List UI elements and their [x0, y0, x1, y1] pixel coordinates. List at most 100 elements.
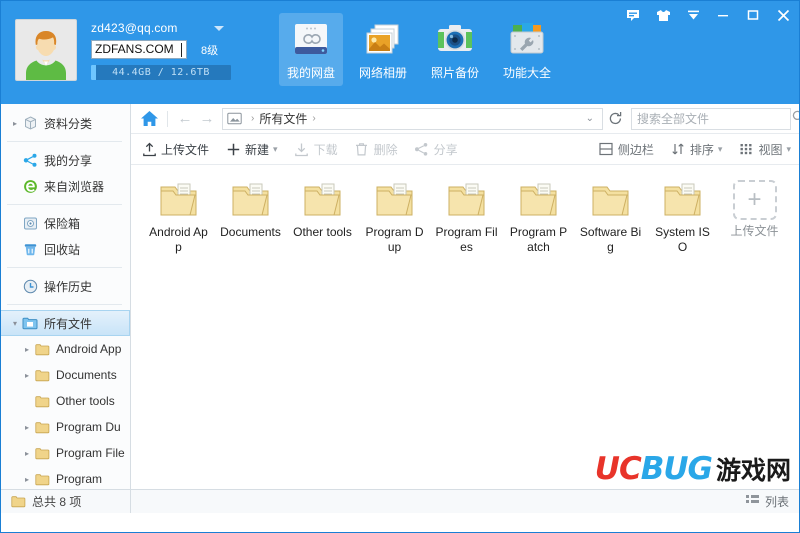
tab-web-album[interactable]: 网络相册 — [351, 13, 415, 86]
chevron-right-icon[interactable]: ▸ — [21, 475, 33, 484]
account-dropdown-caret[interactable] — [213, 25, 224, 31]
breadcrumb-dropdown-icon[interactable]: ⌄ — [582, 113, 598, 124]
storage-bar: 44.4GB / 12.6TB — [91, 65, 231, 80]
sidebar-item-program-file-label: Program File — [56, 446, 125, 460]
minimize-icon[interactable] — [715, 7, 731, 23]
file-tile-label: Program Patch — [509, 225, 568, 254]
back-button[interactable]: ← — [174, 108, 196, 130]
chevron-down-icon[interactable]: ▾ — [9, 319, 21, 328]
refresh-icon[interactable] — [603, 108, 627, 130]
watermark-uc: UCBUG — [595, 451, 713, 487]
tab-my-drive-label: 我的网盘 — [286, 66, 335, 80]
sidebar-item-all-files[interactable]: ▾ 所有文件 — [1, 310, 130, 336]
breadcrumb-all-files[interactable]: 所有文件 — [259, 110, 307, 127]
sidebar-item-from-browser[interactable]: 来自浏览器 — [1, 173, 130, 199]
plus-icon: + — [732, 180, 777, 220]
shirt-icon[interactable] — [655, 7, 671, 23]
sidebar-item-all-files-label: 所有文件 — [44, 316, 93, 331]
chevron-right-icon[interactable]: ▸ — [9, 119, 21, 128]
forward-button[interactable]: → — [196, 108, 218, 130]
browser-e-icon — [21, 178, 39, 194]
chevron-right-icon[interactable]: ▸ — [21, 345, 33, 354]
category-cube-icon — [21, 115, 39, 131]
chevron-down-icon[interactable] — [685, 7, 701, 23]
tab-all-features-label: 功能大全 — [502, 66, 551, 80]
folder-multi-icon — [371, 179, 419, 221]
upload-file-label: 上传文件 — [161, 142, 210, 157]
sidebar-panel-icon — [598, 141, 614, 157]
file-tile-system-iso[interactable]: System ISO — [647, 175, 718, 255]
tab-all-features[interactable]: 功能大全 — [495, 13, 559, 86]
chevron-right-icon[interactable]: ▸ — [21, 449, 33, 458]
tab-photo-backup[interactable]: 照片备份 — [423, 13, 487, 86]
nickname-input[interactable]: ZDFANS.COM — [91, 40, 187, 59]
chevron-right-icon[interactable]: ▸ — [21, 423, 33, 432]
sidebar-item-program-du[interactable]: ▸ Program Du — [1, 414, 130, 440]
maximize-icon[interactable] — [745, 7, 761, 23]
sidebar-item-my-shares[interactable]: 我的分享 — [1, 147, 130, 173]
sidebar-item-recycle-bin-label: 回收站 — [44, 242, 81, 257]
sort-button[interactable]: 排序 ▾ — [670, 138, 723, 160]
download-label: 下载 — [313, 142, 338, 157]
sidebar-item-history[interactable]: 操作历史 — [1, 273, 130, 299]
search-icon[interactable] — [792, 110, 799, 128]
upload-file-button[interactable]: 上传文件 — [141, 138, 209, 160]
sidebar-item-other-tools[interactable]: Other tools — [1, 388, 130, 414]
search-box[interactable] — [631, 107, 799, 130]
chevron-down-icon[interactable]: ▾ — [718, 144, 723, 155]
search-input[interactable] — [637, 111, 792, 126]
chevron-down-icon[interactable]: ▾ — [786, 144, 791, 155]
sidebar-item-program-du-label: Program Du — [56, 420, 121, 434]
folder-icon — [33, 393, 51, 409]
sidebar-toggle-button[interactable]: 侧边栏 — [598, 138, 654, 160]
file-tile-program-dup[interactable]: Program Dup — [359, 175, 430, 255]
avatar[interactable] — [15, 19, 77, 81]
file-tile-documents[interactable]: Documents — [215, 175, 286, 255]
sidebar-item-category[interactable]: ▸ 资料分类 — [1, 110, 130, 136]
sidebar-divider — [7, 141, 122, 142]
folder-icon — [33, 367, 51, 383]
upload-placeholder-tile[interactable]: + 上传文件 — [719, 175, 790, 255]
toolbar: 上传文件 新建 ▾ 下载 删除 分享 侧边栏 排序 ▾ 视图 ▾ — [131, 134, 799, 165]
chevron-right-icon[interactable]: ▸ — [21, 371, 33, 380]
file-tile-android-app[interactable]: Android App — [143, 175, 214, 255]
sidebar-item-from-browser-label: 来自浏览器 — [44, 179, 105, 194]
sidebar-item-program-file[interactable]: ▸ Program File — [1, 440, 130, 466]
close-icon[interactable] — [775, 7, 791, 23]
home-icon[interactable] — [137, 107, 161, 131]
view-mode-label: 列表 — [764, 495, 789, 509]
file-tile-other-tools[interactable]: Other tools — [287, 175, 358, 255]
file-tile-label: Other tools — [293, 225, 352, 239]
file-tile-software-big[interactable]: Software Big — [575, 175, 646, 255]
main-status-bar: 列表 — [131, 489, 799, 513]
share-icon — [414, 141, 430, 157]
breadcrumb[interactable]: › 所有文件 › ⌄ — [222, 107, 603, 130]
sidebar-item-documents[interactable]: ▸ Documents — [1, 362, 130, 388]
sidebar-item-safe-box[interactable]: 保险箱 — [1, 210, 130, 236]
tab-my-drive[interactable]: 我的网盘 — [279, 13, 343, 86]
breadcrumb-separator-2: › — [312, 113, 316, 124]
file-tile-program-patch[interactable]: Program Patch — [503, 175, 574, 255]
folder-icon — [33, 471, 51, 487]
file-tile-label: Program Files — [435, 225, 498, 254]
sidebar-item-recycle-bin[interactable]: 回收站 — [1, 236, 130, 262]
drive-icon[interactable] — [227, 112, 243, 126]
file-tile-program-files[interactable]: Program Files — [431, 175, 502, 255]
upload-icon — [141, 141, 157, 157]
folder-icon — [33, 445, 51, 461]
folder-multi-icon — [299, 179, 347, 221]
watermark-com-text: .com — [709, 486, 755, 489]
chevron-down-icon[interactable]: ▾ — [273, 144, 278, 155]
nickname-value: ZDFANS.COM — [95, 42, 174, 56]
view-label: 视图 — [758, 142, 783, 157]
file-tile-label: Android App — [149, 225, 208, 254]
sidebar-item-android-app[interactable]: ▸ Android App — [1, 336, 130, 362]
view-button[interactable]: 视图 ▾ — [738, 138, 791, 160]
new-button[interactable]: 新建 ▾ — [225, 138, 278, 160]
tab-web-album-label: 网络相册 — [358, 66, 407, 80]
sidebar-item-program-label: Program — [56, 472, 103, 486]
view-mode-icon[interactable] — [745, 494, 759, 510]
sort-label: 排序 — [689, 142, 714, 157]
feedback-icon[interactable] — [625, 7, 641, 23]
sidebar-divider — [7, 304, 122, 305]
